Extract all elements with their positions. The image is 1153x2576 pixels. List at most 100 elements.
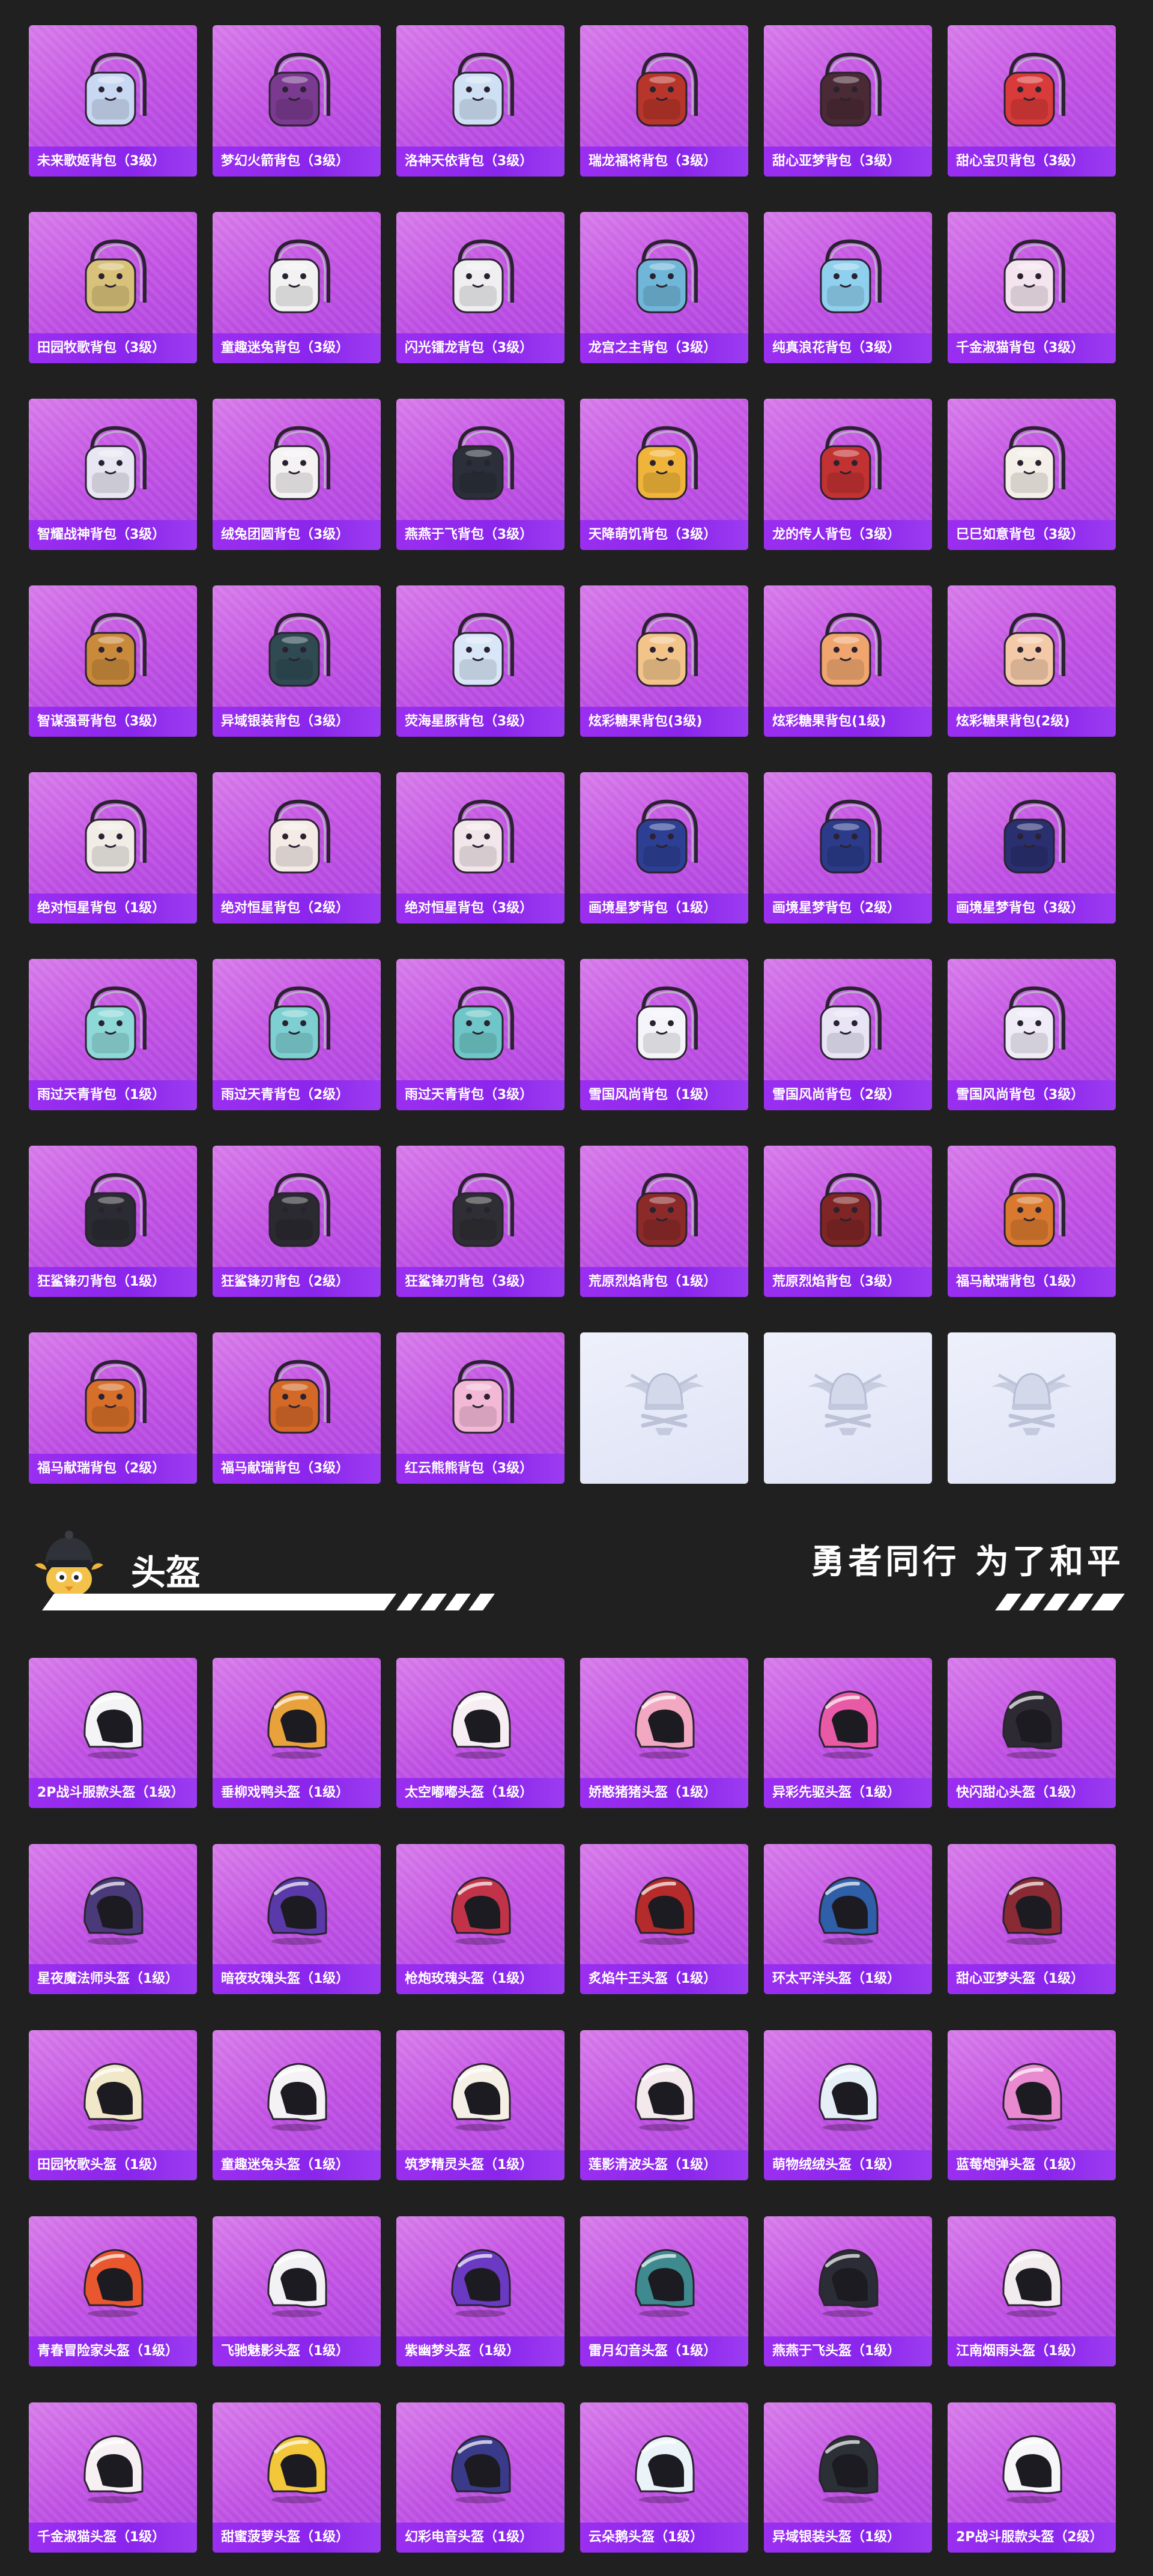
section-slogan: 勇者同行 为了和平 (811, 1543, 1124, 1582)
backpack-card[interactable]: 绝对恒星背包（3级） (396, 772, 564, 924)
helmet-card[interactable]: 垂柳戏鸭头盔（1级） (213, 1658, 381, 1808)
helmet-card[interactable]: 田园牧歌头盔（1级） (29, 2030, 197, 2180)
helmet-card[interactable]: 快闪甜心头盔（1级） (948, 1658, 1116, 1808)
helmet-card[interactable]: 童趣迷兔头盔（1级） (213, 2030, 381, 2180)
backpack-card[interactable]: 燕燕于飞背包（3级） (396, 399, 564, 550)
helmet-card-label: 娇憨猪猪头盔（1级） (580, 1778, 748, 1808)
backpack-card[interactable]: 洛神天依背包（3级） (396, 25, 564, 177)
helmet-card[interactable]: 太空嘟嘟头盔（1级） (396, 1658, 564, 1808)
backpack-card[interactable]: 甜心宝贝背包（3级） (948, 25, 1116, 177)
helmet-card[interactable]: 2P战斗服款头盔（1级） (29, 1658, 197, 1808)
helmet-card[interactable]: 炙焰牛王头盔（1级） (580, 1844, 748, 1994)
helmet-card-label: 燕燕于飞头盔（1级） (764, 2336, 932, 2366)
backpack-card[interactable]: 炫彩糖果背包(2级) (948, 585, 1116, 737)
backpack-card[interactable]: 未来歌姬背包（3级） (29, 25, 197, 177)
helmet-card[interactable]: 江南烟雨头盔（1级） (948, 2216, 1116, 2366)
backpack-icon (636, 239, 698, 313)
helmet-card-label: 炙焰牛王头盔（1级） (580, 1964, 748, 1994)
backpack-card[interactable]: 炫彩糖果背包(1级) (764, 585, 932, 737)
helmet-card[interactable]: 紫幽梦头盔（1级） (396, 2216, 564, 2366)
helmet-card-label: 江南烟雨头盔（1级） (948, 2336, 1116, 2366)
backpack-card[interactable]: 荧海星豚背包（3级） (396, 585, 564, 737)
helmet-card[interactable]: 萌物绒绒头盔（1级） (764, 2030, 932, 2180)
backpack-icon (820, 799, 882, 874)
helmet-card[interactable]: 筑梦精灵头盔（1级） (396, 2030, 564, 2180)
backpack-card[interactable]: 童趣迷兔背包（3级） (213, 212, 381, 363)
backpack-grid: 未来歌姬背包（3级） 梦幻火箭背包（3级） 洛神天依背包（3级） 瑞龙福将背包（… (29, 25, 1116, 1484)
helmet-icon (1002, 1690, 1062, 1759)
backpack-card[interactable]: 画境星梦背包（1级） (580, 772, 748, 924)
backpack-card[interactable]: 狂鲨锋刃背包（3级） (396, 1146, 564, 1297)
helmet-card[interactable]: 莲影清波头盔（1级） (580, 2030, 748, 2180)
backpack-card[interactable]: 荒原烈焰背包（3级） (764, 1146, 932, 1297)
helmet-icon (451, 2435, 511, 2503)
helmet-card-label: 千金淑猫头盔（1级） (29, 2523, 197, 2553)
backpack-card-label: 龙宫之主背包（3级） (580, 333, 748, 363)
backpack-card[interactable]: 雪国风尚背包（1级） (580, 959, 748, 1110)
helmet-card[interactable]: 幻彩电音头盔（1级） (396, 2402, 564, 2553)
helmet-card-label: 垂柳戏鸭头盔（1级） (213, 1778, 381, 1808)
backpack-card-label: 巳巳如意背包（3级） (948, 520, 1116, 550)
helmet-card[interactable]: 异域银装头盔（1级） (764, 2402, 932, 2553)
helmet-card[interactable]: 异彩先驱头盔（1级） (764, 1658, 932, 1808)
helmet-card[interactable]: 2P战斗服款头盔（2级） (948, 2402, 1116, 2553)
helmet-icon (635, 2249, 695, 2317)
helmet-card-label: 枪炮玫瑰头盔（1级） (396, 1964, 564, 1994)
backpack-card[interactable]: 狂鲨锋刃背包（2级） (213, 1146, 381, 1297)
backpack-card[interactable]: 画境星梦背包（3级） (948, 772, 1116, 924)
backpack-icon (85, 239, 147, 313)
backpack-card[interactable]: 闪光镭龙背包（3级） (396, 212, 564, 363)
backpack-card[interactable]: 绝对恒星背包（2级） (213, 772, 381, 924)
backpack-icon (268, 239, 331, 313)
backpack-icon (268, 612, 331, 687)
backpack-card[interactable]: 田园牧歌背包（3级） (29, 212, 197, 363)
backpack-icon (85, 1359, 147, 1434)
backpack-card[interactable]: 千金淑猫背包（3级） (948, 212, 1116, 363)
backpack-card[interactable]: 画境星梦背包（2级） (764, 772, 932, 924)
backpack-card[interactable]: 福马献瑞背包（1级） (948, 1146, 1116, 1297)
helmet-card[interactable]: 环太平洋头盔（1级） (764, 1844, 932, 1994)
helmet-card[interactable]: 甜心亚梦头盔（1级） (948, 1844, 1116, 1994)
backpack-card[interactable]: 荒原烈焰背包（1级） (580, 1146, 748, 1297)
backpack-card[interactable]: 梦幻火箭背包（3级） (213, 25, 381, 177)
helmet-card[interactable]: 枪炮玫瑰头盔（1级） (396, 1844, 564, 1994)
helmet-card[interactable]: 娇憨猪猪头盔（1级） (580, 1658, 748, 1808)
helmet-icon (267, 1690, 327, 1759)
backpack-icon (85, 612, 147, 687)
helmet-card[interactable]: 甜蜜菠萝头盔（1级） (213, 2402, 381, 2553)
backpack-card[interactable]: 纯真浪花背包（3级） (764, 212, 932, 363)
helmet-card[interactable]: 云朵鹅头盔（1级） (580, 2402, 748, 2553)
helmet-card[interactable]: 千金淑猫头盔（1级） (29, 2402, 197, 2553)
backpack-card[interactable]: 智谋强哥背包（3级） (29, 585, 197, 737)
helmet-card[interactable]: 燕燕于飞头盔（1级） (764, 2216, 932, 2366)
backpack-card[interactable]: 巳巳如意背包（3级） (948, 399, 1116, 550)
backpack-card[interactable]: 龙的传人背包（3级） (764, 399, 932, 550)
backpack-icon (85, 986, 147, 1060)
backpack-card[interactable]: 智耀战神背包（3级） (29, 399, 197, 550)
backpack-card[interactable]: 瑞龙福将背包（3级） (580, 25, 748, 177)
backpack-card[interactable]: 雪国风尚背包（3级） (948, 959, 1116, 1110)
backpack-card[interactable]: 福马献瑞背包（3级） (213, 1332, 381, 1484)
backpack-card[interactable]: 炫彩糖果背包(3级) (580, 585, 748, 737)
backpack-icon (820, 986, 882, 1060)
backpack-card[interactable]: 龙宫之主背包（3级） (580, 212, 748, 363)
helmet-card[interactable]: 青春冒险家头盔（1级） (29, 2216, 197, 2366)
backpack-card[interactable]: 甜心亚梦背包（3级） (764, 25, 932, 177)
backpack-card[interactable]: 绝对恒星背包（1级） (29, 772, 197, 924)
backpack-card[interactable]: 红云熊熊背包（3级） (396, 1332, 564, 1484)
helmet-card[interactable]: 星夜魔法师头盔（1级） (29, 1844, 197, 1994)
backpack-card[interactable]: 天降萌饥背包（3级） (580, 399, 748, 550)
backpack-card[interactable]: 福马献瑞背包（2级） (29, 1332, 197, 1484)
backpack-card[interactable]: 狂鲨锋刃背包（1级） (29, 1146, 197, 1297)
backpack-card[interactable]: 异域银装背包（3级） (213, 585, 381, 737)
backpack-card[interactable]: 绒兔团圆背包（3级） (213, 399, 381, 550)
helmet-card[interactable]: 蓝莓炮弹头盔（1级） (948, 2030, 1116, 2180)
helmet-card[interactable]: 雷月幻音头盔（1级） (580, 2216, 748, 2366)
helmet-card[interactable]: 飞驰魅影头盔（1级） (213, 2216, 381, 2366)
backpack-card[interactable]: 雨过天青背包（2级） (213, 959, 381, 1110)
backpack-card[interactable]: 雨过天青背包（1级） (29, 959, 197, 1110)
backpack-card[interactable]: 雪国风尚背包（2级） (764, 959, 932, 1110)
helmet-card[interactable]: 暗夜玫瑰头盔（1级） (213, 1844, 381, 1994)
helmet-icon (635, 2435, 695, 2503)
backpack-card[interactable]: 雨过天青背包（3级） (396, 959, 564, 1110)
